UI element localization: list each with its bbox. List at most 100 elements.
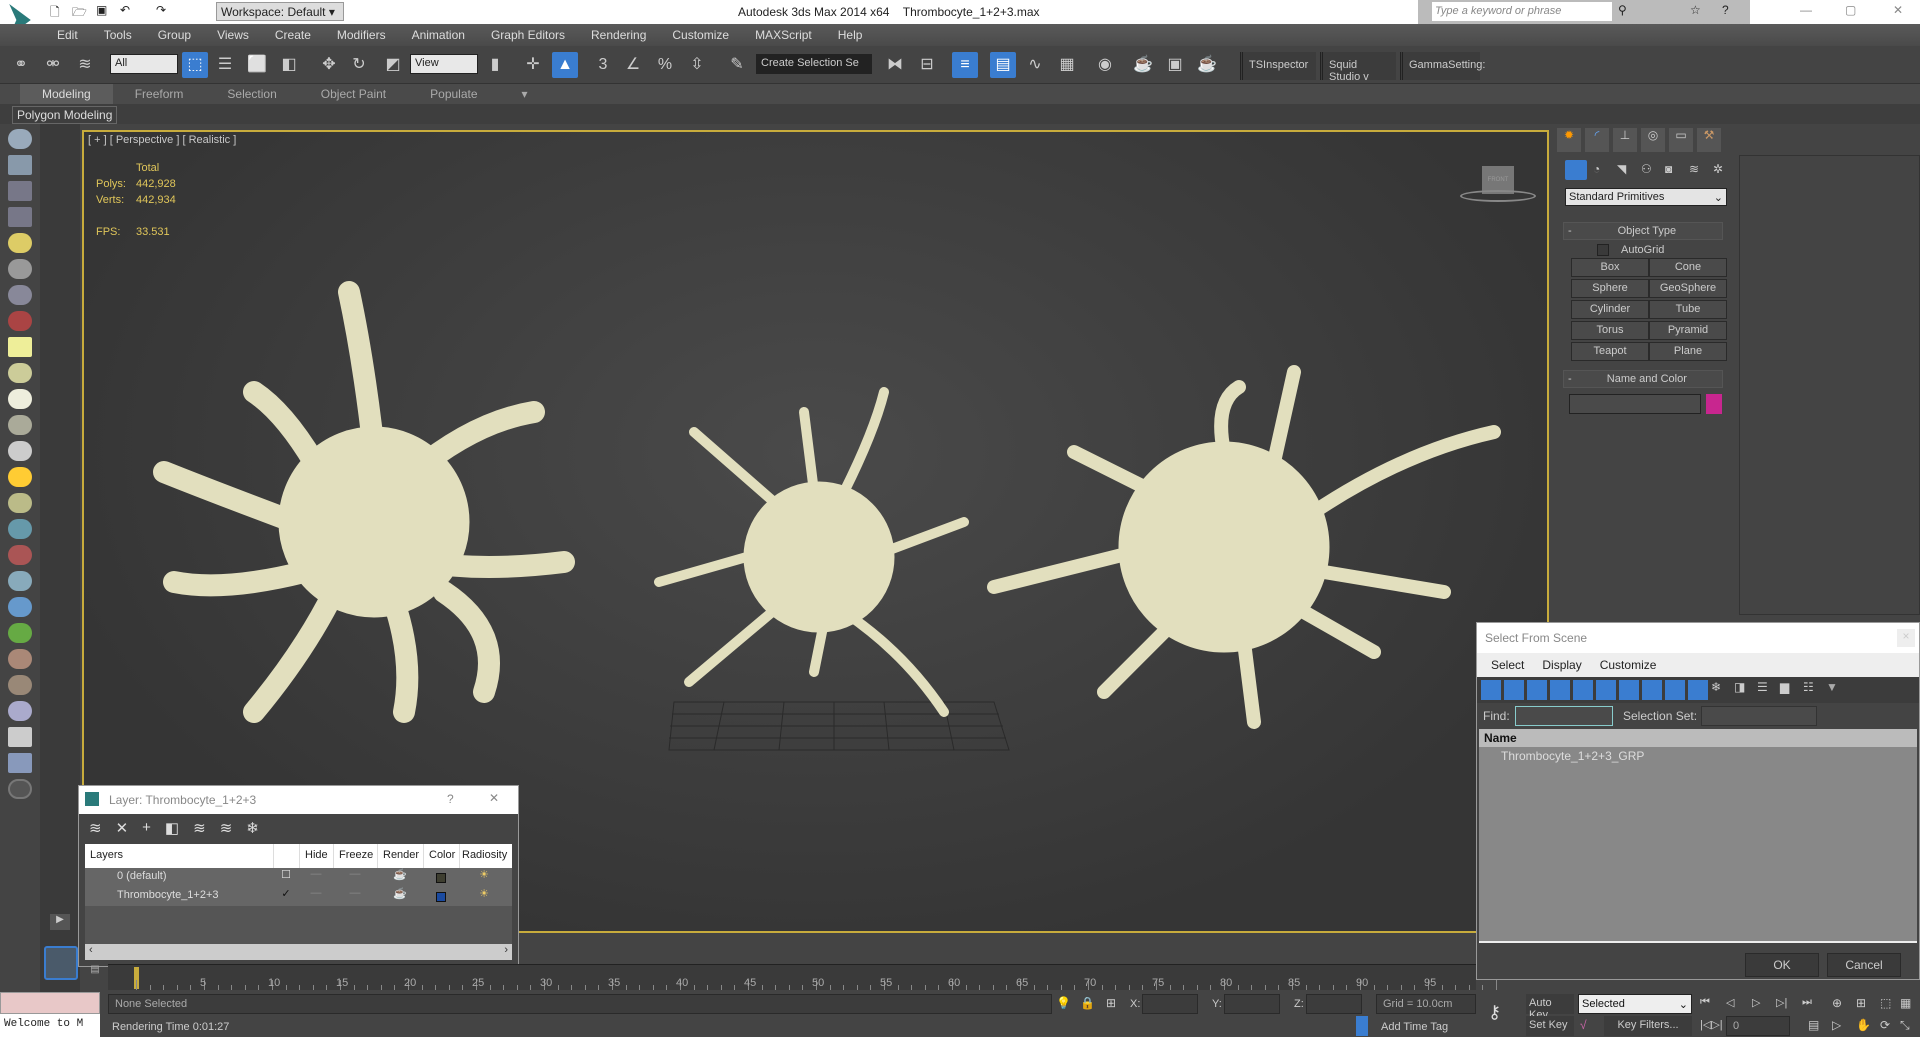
array-icon[interactable] xyxy=(8,519,32,539)
time-config-icon[interactable]: ▤ xyxy=(1808,1018,1819,1032)
pivot-center-icon[interactable]: ▮ xyxy=(482,52,508,78)
current-check-icon[interactable]: ✓ xyxy=(273,887,299,906)
filter-groups-icon[interactable] xyxy=(1619,680,1639,700)
cameras-icon[interactable]: ⚇ xyxy=(1641,162,1652,176)
key-filters-button[interactable]: Key Filters... xyxy=(1604,1016,1692,1036)
filter-containers-icon[interactable] xyxy=(1688,680,1708,700)
table-row[interactable]: 0 (default) ☐ — — ☕ ☀ xyxy=(85,868,512,887)
shapes-icon[interactable]: ◔ xyxy=(1593,162,1600,176)
helpers-icon[interactable]: ◙ xyxy=(1665,162,1672,176)
help-button[interactable]: ? xyxy=(447,792,454,806)
freeze-toggle[interactable]: — xyxy=(333,887,377,906)
layer-color-swatch[interactable] xyxy=(436,891,446,902)
play-icon[interactable]: ▷ xyxy=(1752,996,1760,1009)
workspace-dropdown[interactable]: Workspace: Default ▾ xyxy=(216,2,344,21)
add-to-layer-icon[interactable]: + xyxy=(142,819,151,839)
filter-geometry-icon[interactable] xyxy=(1481,680,1501,700)
window-crossing-icon[interactable]: ◧ xyxy=(276,52,302,78)
rendered-frame-icon[interactable]: ▣ xyxy=(1162,52,1188,78)
horizontal-scrollbar[interactable]: ‹ › xyxy=(85,944,512,960)
object-name-input[interactable] xyxy=(1569,394,1701,414)
menu-group[interactable]: Group xyxy=(145,24,204,46)
set-key-button[interactable]: Set Key xyxy=(1526,1016,1574,1036)
menu-animation[interactable]: Animation xyxy=(399,24,478,46)
menu-customize[interactable]: Customize xyxy=(1600,658,1657,672)
radiosity-icon[interactable]: ☀ xyxy=(459,887,509,906)
render-window-icon[interactable] xyxy=(8,155,32,175)
align-icon[interactable]: ⊟ xyxy=(914,52,940,78)
unlink-icon[interactable]: ⚮ xyxy=(40,52,66,78)
goto-end-icon[interactable]: ⏭ xyxy=(1802,996,1812,1009)
col-radiosity[interactable]: Radiosity xyxy=(459,844,509,868)
radiosity-icon[interactable]: ☀ xyxy=(459,868,509,887)
col-freeze[interactable]: Freeze xyxy=(333,844,377,868)
modify-tab-icon[interactable]: ◜ xyxy=(1585,128,1609,152)
open-icon[interactable]: 🗁 xyxy=(72,3,87,24)
tab-modeling[interactable]: Modeling xyxy=(20,84,113,104)
import-icon[interactable] xyxy=(8,753,32,773)
find-input[interactable] xyxy=(1515,706,1613,726)
binoculars-icon[interactable]: ⚲ xyxy=(1618,3,1627,17)
hide-toggle[interactable]: — xyxy=(299,887,333,906)
add-time-tag-button[interactable]: Add Time Tag xyxy=(1378,1018,1451,1036)
ox-icon[interactable] xyxy=(8,675,32,695)
cancel-button[interactable]: Cancel xyxy=(1827,953,1901,977)
close-button[interactable]: ✕ xyxy=(489,791,499,805)
current-frame-input[interactable]: 0 xyxy=(1726,1016,1790,1036)
auto-key-button[interactable]: Auto Key xyxy=(1526,994,1574,1021)
snaps-toggle[interactable]: 3 xyxy=(590,52,616,78)
menu-customize[interactable]: Customize xyxy=(659,24,742,46)
menu-rendering[interactable]: Rendering xyxy=(578,24,659,46)
dome-light-icon[interactable] xyxy=(8,363,32,383)
select-objects-icon[interactable]: ◧ xyxy=(165,819,179,839)
filter-shapes-icon[interactable] xyxy=(1504,680,1524,700)
col-layers[interactable]: Layers xyxy=(85,844,273,868)
x-coordinate-input[interactable] xyxy=(1142,994,1198,1014)
y-coordinate-input[interactable] xyxy=(1224,994,1280,1014)
save-icon[interactable]: ▣ xyxy=(96,3,107,17)
pan-icon[interactable]: ✋ xyxy=(1856,1018,1871,1032)
redo-icon[interactable]: ↷ xyxy=(156,3,166,17)
wire-teapot-icon[interactable] xyxy=(8,415,32,435)
maxscript-listener-pink[interactable] xyxy=(0,992,100,1014)
ellipsoid-icon[interactable] xyxy=(8,701,32,721)
squid-studio-button[interactable]: Squid Studio v xyxy=(1320,52,1396,83)
key-mode-toggle-icon[interactable]: |◁▷| xyxy=(1700,1018,1723,1031)
reference-coord-dropdown[interactable]: View xyxy=(410,54,478,74)
camera-red-icon[interactable] xyxy=(8,311,32,331)
molecule-icon[interactable] xyxy=(8,545,32,565)
lock-icon[interactable]: 🔒 xyxy=(1080,996,1095,1010)
motion-tab-icon[interactable]: ◎ xyxy=(1641,128,1665,152)
list-area[interactable] xyxy=(1479,765,1917,943)
next-frame-icon[interactable]: ▷| xyxy=(1776,996,1787,1009)
manipulate-icon[interactable]: ✛ xyxy=(520,52,546,78)
key-icon[interactable]: ⚷ xyxy=(1488,1002,1501,1023)
freeze-toggle[interactable]: — xyxy=(333,868,377,887)
z-coordinate-input[interactable] xyxy=(1306,994,1362,1014)
hierarchy-tab-icon[interactable]: ⊥ xyxy=(1613,128,1637,152)
keyboard-shortcut-icon[interactable]: ▲ xyxy=(552,52,578,78)
layer-name[interactable]: 0 (default) xyxy=(85,868,273,887)
star-icon[interactable]: ☆ xyxy=(1690,3,1701,17)
select-by-name-icon[interactable]: ☰ xyxy=(212,52,238,78)
menu-maxscript[interactable]: MAXScript xyxy=(742,24,825,46)
render-setup-icon[interactable]: ☕ xyxy=(1130,52,1156,78)
category-dropdown[interactable]: Standard Primitives ⌄ xyxy=(1565,188,1727,206)
menu-tools[interactable]: Tools xyxy=(91,24,145,46)
menu-modifiers[interactable]: Modifiers xyxy=(324,24,399,46)
panel-icon[interactable] xyxy=(8,181,32,201)
object-type-rollout[interactable]: - Object Type xyxy=(1563,222,1723,240)
maximize-button[interactable]: ▢ xyxy=(1845,3,1856,17)
batch-icon[interactable] xyxy=(8,727,32,747)
render-toggle-icon[interactable]: ☕ xyxy=(377,868,423,887)
teapot-icon[interactable] xyxy=(8,129,32,149)
hidden-icon[interactable]: ◨ xyxy=(1734,680,1754,700)
hair-fur-icon[interactable] xyxy=(8,649,32,669)
viewport-thumbnail[interactable] xyxy=(44,946,78,980)
selection-filter-dropdown[interactable]: All xyxy=(110,54,178,74)
undo-icon[interactable]: ↶ xyxy=(120,3,130,17)
current-checkbox[interactable]: ☐ xyxy=(273,868,299,887)
search-input[interactable]: Type a keyword or phrase xyxy=(1432,2,1612,21)
filter-bones-icon[interactable] xyxy=(1665,680,1685,700)
blob-icon[interactable] xyxy=(8,597,32,617)
